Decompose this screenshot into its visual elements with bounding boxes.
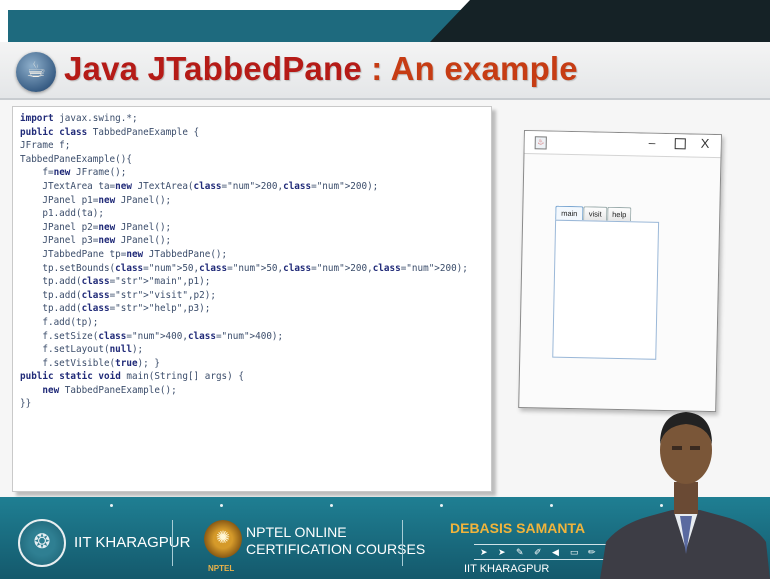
java-coffee-icon: ☕ bbox=[16, 52, 56, 92]
code-line: f=new JFrame(); bbox=[20, 167, 127, 179]
code-line: import javax.swing.*; bbox=[20, 113, 138, 124]
tab-visit[interactable]: visit bbox=[583, 206, 608, 221]
code-line: tp.add(class="str">"help",p3); bbox=[20, 303, 211, 315]
code-line: JPanel p3=new JPanel(); bbox=[20, 235, 172, 247]
pencil-icon[interactable]: ✏ bbox=[588, 547, 596, 558]
code-line: public class TabbedPaneExample { bbox=[20, 126, 200, 138]
top-banner-dark-strip bbox=[430, 0, 770, 42]
code-line: JFrame f; bbox=[20, 140, 71, 152]
nptel-logo-icon: ✺ bbox=[204, 520, 242, 558]
code-line: }} bbox=[20, 398, 32, 410]
nptel-caption: NPTEL ONLINE CERTIFICATION COURSES bbox=[246, 524, 425, 558]
slide-title-main: Java JTabbedPane bbox=[64, 50, 362, 87]
tab-content-panel[interactable] bbox=[552, 219, 660, 360]
code-line: public static void main(String[] args) { bbox=[20, 371, 244, 383]
code-line: JPanel p2=new JPanel(); bbox=[20, 221, 172, 233]
nptel-caption-line2: CERTIFICATION COURSES bbox=[246, 541, 426, 557]
arrow-icon[interactable]: ◀ bbox=[552, 547, 559, 558]
presenter-name: DEBASIS SAMANTA bbox=[450, 520, 586, 536]
slide-title-suffix: : An example bbox=[361, 50, 578, 87]
tab-help[interactable]: help bbox=[607, 206, 632, 222]
java-app-icon: ♨ bbox=[534, 136, 547, 150]
tab-main[interactable]: main bbox=[555, 205, 584, 221]
code-line: new TabbedPaneExample(); bbox=[42, 384, 177, 396]
top-banner-teal-strip bbox=[8, 10, 470, 42]
demo-jframe-window[interactable]: ♨ – X main visit help bbox=[518, 130, 722, 413]
minimize-button[interactable]: – bbox=[649, 136, 656, 150]
top-banner bbox=[0, 0, 770, 42]
code-line: p1.add(ta); bbox=[20, 208, 104, 220]
code-line: JPanel p1=new JPanel(); bbox=[20, 194, 172, 206]
code-line: JTextArea ta=new JTextArea(class="num">2… bbox=[20, 180, 379, 192]
eraser-icon[interactable]: ▭ bbox=[570, 547, 579, 558]
close-button[interactable]: X bbox=[701, 136, 710, 151]
footer-divider bbox=[402, 520, 403, 566]
pen-icon[interactable]: ✎ bbox=[516, 547, 524, 558]
highlighter-icon[interactable]: ✐ bbox=[534, 547, 542, 558]
code-line: f.setVisible(true); } bbox=[20, 357, 160, 369]
pointer-icon[interactable]: ➤ bbox=[480, 547, 488, 558]
slide-title: Java JTabbedPane : An example bbox=[64, 50, 578, 88]
pointer-icon[interactable]: ➤ bbox=[498, 547, 506, 558]
presenter-institute: IIT KHARAGPUR bbox=[464, 563, 550, 575]
code-line: tp.setBounds(class="num">50,class="num">… bbox=[20, 262, 468, 274]
code-line: TabbedPaneExample(){ bbox=[20, 153, 132, 165]
nptel-caption-line1: NPTEL ONLINE bbox=[246, 524, 347, 540]
code-line: f.add(tp); bbox=[20, 316, 99, 328]
nptel-logo-text: NPTEL bbox=[208, 564, 235, 573]
footer-divider bbox=[172, 520, 173, 566]
code-line: f.setSize(class="num">400,class="num">40… bbox=[20, 330, 284, 342]
code-line: JTabbedPane tp=new JTabbedPane(); bbox=[20, 248, 228, 260]
code-listing: import javax.swing.*; public class Tabbed… bbox=[20, 112, 468, 411]
presenter-video bbox=[600, 412, 770, 579]
demo-window-titlebar: ♨ – X bbox=[524, 131, 721, 159]
maximize-button[interactable] bbox=[674, 138, 686, 150]
code-line: tp.add(class="str">"main",p1); bbox=[20, 276, 211, 288]
iit-kharagpur-logo-icon: ❂ bbox=[18, 519, 66, 567]
code-line: f.setLayout(null); bbox=[20, 344, 144, 356]
code-line: tp.add(class="str">"visit",p2); bbox=[20, 289, 216, 301]
